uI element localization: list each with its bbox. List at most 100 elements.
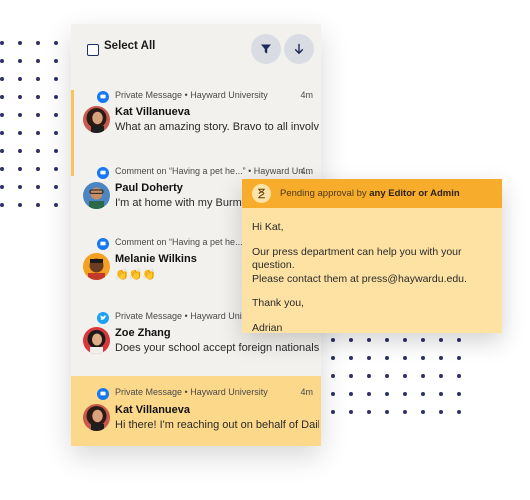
dot: [36, 77, 40, 81]
approval-role: any Editor or Admin: [369, 188, 460, 199]
dot: [0, 203, 4, 207]
list-item-selected[interactable]: Private Message • Hayward University 4m …: [71, 376, 321, 446]
item-source: Private Message: [115, 90, 183, 100]
dot: [457, 410, 461, 414]
dot: [18, 131, 22, 135]
dot: [36, 167, 40, 171]
item-source: Comment on “Having a pet he...”: [115, 166, 246, 176]
item-name: Kat Villanueva: [115, 404, 190, 416]
dot: [367, 410, 371, 414]
dot: [349, 356, 353, 360]
avatar: [83, 106, 110, 133]
dot: [54, 149, 58, 153]
dot: [385, 374, 389, 378]
dot: [36, 185, 40, 189]
dot: [36, 41, 40, 45]
dot: [385, 392, 389, 396]
dot: [457, 338, 461, 342]
dot: [421, 374, 425, 378]
dot: [0, 41, 4, 45]
dot: [439, 410, 443, 414]
dot: [0, 131, 4, 135]
dot: [0, 185, 4, 189]
dot: [457, 356, 461, 360]
item-time: 4m: [300, 90, 313, 100]
item-time: 4m: [300, 166, 313, 176]
item-time: 4m: [300, 387, 313, 397]
select-all-checkbox[interactable]: [87, 44, 99, 56]
dot: [385, 356, 389, 360]
pending-reply-card[interactable]: Pending approval by any Editor or Admin …: [242, 179, 502, 335]
dot: [349, 338, 353, 342]
dot: [54, 41, 58, 45]
dot: [0, 149, 4, 153]
avatar: [83, 327, 110, 354]
dot: [385, 338, 389, 342]
avatar: [83, 182, 110, 209]
avatar: [83, 404, 110, 431]
list-item[interactable]: Private Message • Hayward University 4m …: [71, 90, 321, 176]
dot: [403, 356, 407, 360]
dot: [36, 113, 40, 117]
item-text: What an amazing story. Bravo to all invo…: [115, 121, 319, 133]
dot: [36, 149, 40, 153]
dot: [0, 95, 4, 99]
dot: [403, 374, 407, 378]
dot: [18, 95, 22, 99]
sort-button[interactable]: [284, 34, 314, 64]
dot: [54, 77, 58, 81]
item-source: Private Message: [115, 311, 183, 321]
message-icon: [97, 167, 109, 179]
reply-line-2: Please contact them at press@haywardu.ed…: [252, 272, 467, 285]
dot: [331, 338, 335, 342]
avatar: [83, 253, 110, 280]
dot: [367, 374, 371, 378]
dot: [385, 410, 389, 414]
dot: [18, 185, 22, 189]
dot: [331, 374, 335, 378]
dot: [54, 95, 58, 99]
dot: [36, 131, 40, 135]
approval-prefix: Pending approval by: [280, 188, 367, 199]
reply-signature: Adrian: [252, 321, 283, 334]
toolbar: Select All: [71, 24, 321, 76]
message-icon: [97, 91, 109, 103]
twitter-icon: [97, 312, 109, 324]
dot: [421, 356, 425, 360]
dot: [54, 59, 58, 63]
dot: [0, 77, 4, 81]
select-all-label[interactable]: Select All: [104, 40, 155, 52]
item-text: Hi there! I'm reaching out on behalf of …: [115, 419, 319, 431]
item-text: Does your school accept foreign national…: [115, 342, 319, 354]
dot: [349, 374, 353, 378]
dot: [403, 410, 407, 414]
dot: [367, 338, 371, 342]
dot: [367, 356, 371, 360]
dot: [457, 374, 461, 378]
dot: [0, 113, 4, 117]
dot: [54, 131, 58, 135]
dot: [403, 392, 407, 396]
item-name: Paul Doherty: [115, 182, 183, 194]
dot: [36, 95, 40, 99]
dot: [18, 59, 22, 63]
dot: [0, 167, 4, 171]
item-name: Kat Villanueva: [115, 106, 190, 118]
dot: [457, 392, 461, 396]
dot: [18, 113, 22, 117]
hourglass-icon: [252, 184, 271, 203]
approval-text: Pending approval by any Editor or Admin: [280, 188, 460, 199]
message-icon: [97, 388, 109, 400]
dot: [439, 338, 443, 342]
reply-body: Hi Kat, Our press department can help yo…: [242, 208, 502, 335]
dot: [439, 356, 443, 360]
dot: [331, 410, 335, 414]
item-source: Private Message: [115, 387, 183, 397]
dot: [349, 392, 353, 396]
dot: [18, 77, 22, 81]
item-name: Melanie Wilkins: [115, 253, 197, 265]
dot: [403, 338, 407, 342]
filter-button[interactable]: [251, 34, 281, 64]
dot: [421, 410, 425, 414]
dot: [421, 338, 425, 342]
